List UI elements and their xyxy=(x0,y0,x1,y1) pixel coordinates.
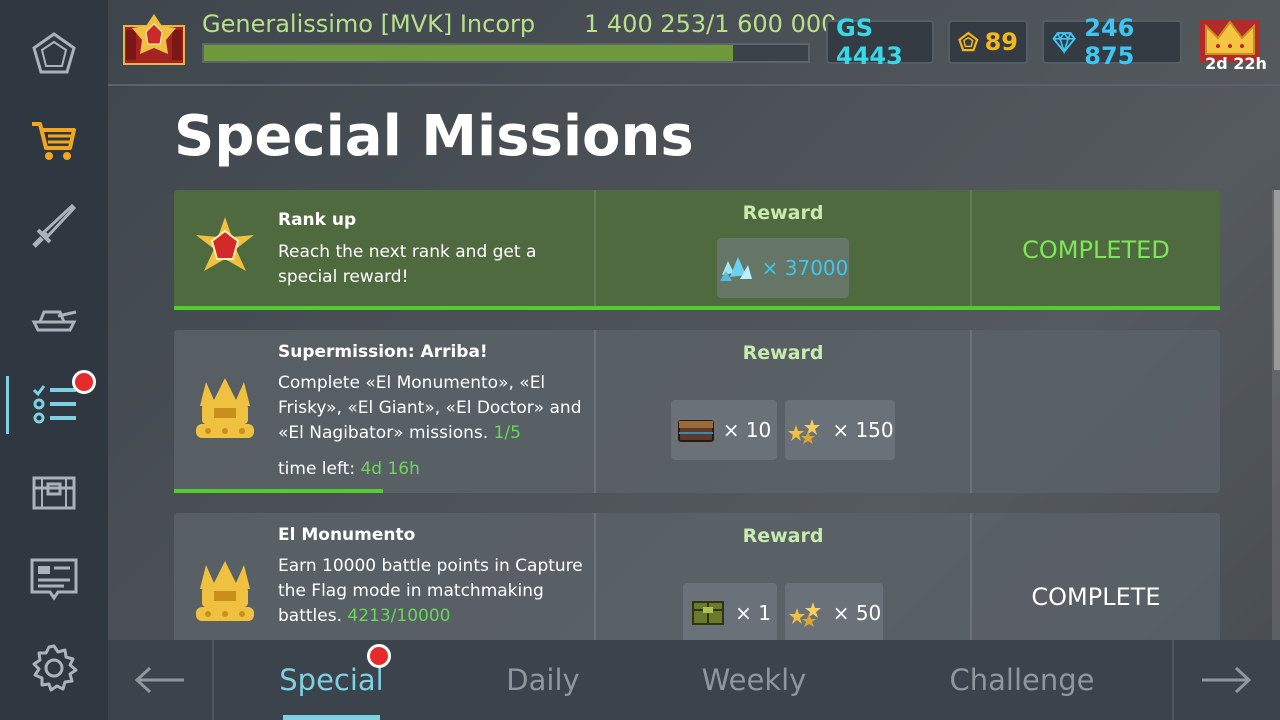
complete-button[interactable]: COMPLETE xyxy=(972,583,1220,611)
mission-card[interactable]: Rank up Reach the next rank and get a sp… xyxy=(174,190,1220,310)
chest-icon xyxy=(32,476,76,510)
mission-description: Earn 10000 battle points in Capture the … xyxy=(278,554,588,629)
tab-special[interactable]: Special xyxy=(279,640,391,720)
reward-chip: × 37000 xyxy=(717,238,849,298)
gold-balance[interactable]: 89 xyxy=(948,20,1028,64)
arrow-left-icon xyxy=(134,666,184,694)
sidebar-item-containers[interactable] xyxy=(0,452,108,532)
rank-badge-icon xyxy=(123,14,185,65)
mission-description: Reach the next rank and get a special re… xyxy=(278,242,537,287)
gear-score-badge: GS 4443 xyxy=(826,14,934,70)
sidebar-item-home[interactable] xyxy=(0,14,108,94)
tab-label: Challenge xyxy=(949,663,1095,697)
sidebar-item-garage[interactable] xyxy=(0,276,108,356)
gold-amount: 89 xyxy=(984,28,1018,56)
tab-label: Weekly xyxy=(701,663,807,697)
tab-weekly[interactable]: Weekly xyxy=(692,640,816,720)
sidebar-item-weapons[interactable] xyxy=(0,186,108,266)
tab-label: Special xyxy=(279,663,384,697)
sidebar-item-shop[interactable] xyxy=(0,100,108,180)
gem-amount: 246 875 xyxy=(1084,14,1135,70)
page-title: Special Missions xyxy=(174,104,694,169)
sidebar-item-settings[interactable] xyxy=(0,628,108,708)
reward-chip: × 10 xyxy=(671,400,777,460)
mission-card[interactable]: Supermission: Arriba! Complete «El Monum… xyxy=(174,330,1220,493)
reward-chip: × 150 xyxy=(785,400,895,460)
mission-time-left: time left: 4d 16h xyxy=(278,459,420,479)
mission-description-text: Complete «El Monumento», «El Frisky», «E… xyxy=(278,373,582,443)
reward-amount: × 50 xyxy=(832,601,882,625)
tab-label: Daily xyxy=(506,663,580,697)
pentagon-icon xyxy=(32,32,76,74)
mission-title: Supermission: Arriba! xyxy=(278,342,488,362)
rank-star-icon xyxy=(196,217,254,271)
tab-challenge[interactable]: Challenge xyxy=(944,640,1100,720)
arrow-right-icon xyxy=(1202,666,1252,694)
reward-label: Reward xyxy=(742,342,824,364)
xp-counter: 1 400 253/1 600 000 xyxy=(584,10,837,38)
player-name: Generalissimo [MVK] Incorp xyxy=(202,10,536,38)
xp-progress-fill xyxy=(204,45,733,61)
mission-progress-bar xyxy=(174,306,1220,310)
mission-title: Rank up xyxy=(278,210,357,230)
previous-arrow-button[interactable] xyxy=(108,640,214,720)
container-icon xyxy=(677,420,714,442)
scrollbar-thumb[interactable] xyxy=(1274,190,1280,370)
time-left-value: 4d 16h xyxy=(360,459,420,479)
mission-title: El Monumento xyxy=(278,525,416,545)
reward-label: Reward xyxy=(742,202,824,224)
crystals-icon xyxy=(719,257,752,281)
premium-time-left: 2d 22h xyxy=(1205,54,1267,73)
sidebar-item-news[interactable] xyxy=(0,538,108,618)
xp-progress-bar xyxy=(202,43,810,63)
sidebar-item-missions[interactable] xyxy=(0,362,108,442)
stars-icon xyxy=(788,419,821,444)
top-bar: Generalissimo [MVK] Incorp 1 400 253/1 6… xyxy=(108,0,1280,86)
sidebar xyxy=(0,0,108,720)
mission-description: Complete «El Monumento», «El Frisky», «E… xyxy=(278,371,588,446)
news-icon xyxy=(30,558,78,601)
reward-label: Reward xyxy=(742,525,824,547)
bottom-tab-bar: Special Daily Weekly Challenge xyxy=(108,640,1280,720)
mission-card[interactable]: El Monumento Earn 10000 battle points in… xyxy=(174,513,1220,653)
next-arrow-button[interactable] xyxy=(1172,640,1278,720)
reward-chip: × 50 xyxy=(785,583,883,643)
gear-icon xyxy=(32,644,78,692)
gem-balance[interactable]: 246 875 xyxy=(1042,14,1182,70)
mission-progress-text: 1/5 xyxy=(493,423,521,443)
tab-daily[interactable]: Daily xyxy=(488,640,598,720)
diamond-icon xyxy=(1052,31,1076,55)
laurel-tank-icon xyxy=(196,378,254,438)
cart-icon xyxy=(32,122,76,160)
supply-box-icon xyxy=(692,601,725,625)
tank-icon xyxy=(31,310,77,332)
notification-dot xyxy=(72,370,96,394)
reward-amount: × 37000 xyxy=(761,256,849,280)
reward-chip: × 1 xyxy=(683,583,777,643)
mission-progress-bar xyxy=(174,489,383,493)
reward-amount: × 10 xyxy=(722,418,772,442)
notification-dot xyxy=(367,644,391,668)
sword-icon xyxy=(32,203,77,248)
reward-amount: × 150 xyxy=(832,418,894,442)
reward-amount: × 1 xyxy=(735,601,771,625)
laurel-tank-icon xyxy=(196,561,254,621)
stars-icon xyxy=(788,602,821,627)
gold-coin-icon xyxy=(958,31,979,52)
mission-status: COMPLETED xyxy=(1022,236,1170,264)
mission-progress-text: 4213/10000 xyxy=(347,606,451,626)
time-left-label: time left: xyxy=(278,459,356,479)
